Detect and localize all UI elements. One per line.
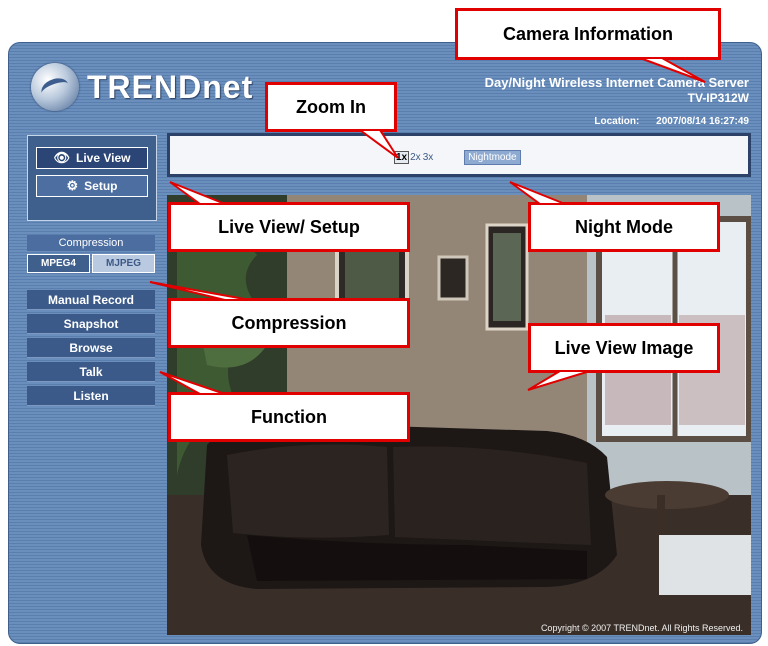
camera-title: Day/Night Wireless Internet Camera Serve…: [484, 75, 749, 90]
mjpeg-button[interactable]: MJPEG: [92, 254, 155, 273]
talk-button[interactable]: Talk: [27, 362, 155, 382]
setup-button[interactable]: ⚙ Setup: [36, 175, 148, 197]
callout-camera-information: Camera Information: [455, 8, 721, 60]
location-label: Location:: [594, 116, 640, 127]
callout-live-view-image: Live View Image: [528, 323, 720, 373]
brand-logo: TRENDnet: [31, 63, 253, 111]
nightmode-button[interactable]: Nightmode: [464, 150, 521, 165]
timestamp: 2007/08/14 16:27:49: [656, 116, 749, 127]
callout-compression: Compression: [168, 298, 410, 348]
zoom-controls: 1x 2x 3x Nightmode: [394, 150, 521, 165]
callout-night-mode: Night Mode: [528, 202, 720, 252]
zoom-3x-button[interactable]: 3x: [422, 152, 435, 163]
gear-icon: ⚙: [66, 178, 79, 193]
zoom-toolbar: 1x 2x 3x Nightmode: [167, 133, 751, 177]
mpeg4-button[interactable]: MPEG4: [27, 254, 90, 273]
compression-header: Compression: [27, 235, 155, 251]
compression-selector: MPEG4 MJPEG: [27, 254, 155, 273]
zoom-2x-button[interactable]: 2x: [409, 152, 422, 163]
live-view-label: Live View: [76, 151, 131, 165]
camera-location-row: Location: 2007/08/14 16:27:49: [580, 116, 749, 127]
zoom-1x-button[interactable]: 1x: [394, 151, 410, 164]
callout-function: Function: [168, 392, 410, 442]
callout-zoom-in: Zoom In: [265, 82, 397, 132]
trendnet-logo-icon: [31, 63, 79, 111]
camera-model: TV-IP312W: [687, 91, 749, 105]
manual-record-button[interactable]: Manual Record: [27, 290, 155, 310]
browse-button[interactable]: Browse: [27, 338, 155, 358]
setup-label: Setup: [84, 179, 118, 193]
listen-button[interactable]: Listen: [27, 386, 155, 406]
camera-information: Day/Night Wireless Internet Camera Serve…: [485, 75, 749, 105]
snapshot-button[interactable]: Snapshot: [27, 314, 155, 334]
brand-name: TRENDnet: [87, 68, 254, 105]
callout-live-view-setup: Live View/ Setup: [168, 202, 410, 252]
live-view-button[interactable]: 👁 Live View: [36, 147, 148, 169]
copyright-text: Copyright © 2007 TRENDnet. All Rights Re…: [540, 623, 743, 633]
eye-icon: 👁: [53, 150, 71, 165]
nav-panel: 👁 Live View ⚙ Setup: [27, 135, 157, 221]
